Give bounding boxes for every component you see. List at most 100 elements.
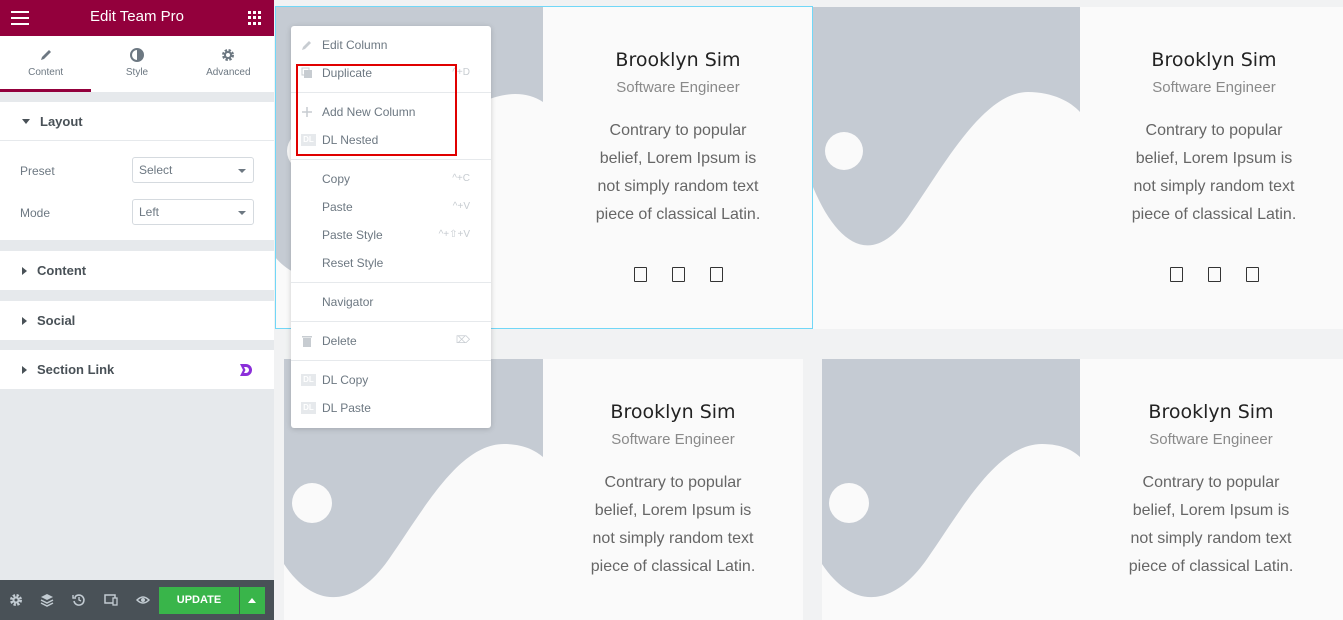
settings-gear-icon[interactable]: [9, 593, 23, 607]
social-section[interactable]: Social: [0, 301, 274, 340]
responsive-mode-icon[interactable]: [104, 593, 118, 607]
tab-style[interactable]: Style: [91, 36, 182, 92]
menu-item-label: Navigator: [322, 295, 374, 309]
layout-section-header[interactable]: Layout: [0, 102, 274, 141]
trash-icon: [302, 336, 312, 347]
menu-item-shortcut: ^+⇧+V: [438, 229, 470, 240]
caret-right-icon: [22, 316, 27, 325]
update-button[interactable]: UPDATE: [159, 587, 239, 614]
layout-section-title: Layout: [40, 113, 83, 129]
menu-item-shortcut: ^+D: [452, 67, 470, 78]
member-role: Software Engineer: [611, 431, 735, 448]
tab-advanced[interactable]: Advanced: [183, 36, 274, 92]
menu-separator: [291, 360, 491, 361]
menu-item-navigator[interactable]: Navigator: [291, 288, 491, 316]
social-icon-2[interactable]: [1207, 267, 1221, 282]
mode-select[interactable]: Left: [132, 199, 254, 225]
widgets-grid-icon[interactable]: [248, 11, 262, 25]
content-section[interactable]: Content: [0, 251, 274, 290]
pencil-icon: [302, 41, 311, 50]
menu-separator: [291, 282, 491, 283]
member-description: Contrary to popular belief, Lorem Ipsum …: [595, 122, 761, 223]
member-name: Brooklyn Sim: [615, 49, 741, 71]
menu-item-dl-paste[interactable]: DL DL Paste: [291, 394, 491, 422]
menu-item-shortcut: ⌦: [455, 335, 470, 346]
history-icon[interactable]: [72, 593, 86, 607]
content-section-header[interactable]: Content: [0, 251, 274, 290]
menu-item-dl-nested[interactable]: DL DL Nested: [291, 126, 491, 154]
mode-label: Mode: [20, 206, 51, 220]
member-name: Brooklyn Sim: [1148, 401, 1274, 423]
layers-icon[interactable]: [40, 593, 54, 607]
social-icon-2[interactable]: [671, 267, 685, 282]
panel-header: Edit Team Pro: [0, 0, 274, 36]
menu-separator: [291, 92, 491, 93]
image-placeholder-icon: [822, 444, 1080, 620]
dl-icon: DL: [301, 402, 316, 414]
team-member-photo-placeholder: [822, 359, 1080, 620]
panel-title: Edit Team Pro: [90, 8, 184, 25]
preset-label: Preset: [20, 164, 55, 178]
menu-item-duplicate[interactable]: Duplicate ^+D: [291, 59, 491, 87]
team-card-body: Brooklyn Sim Software Engineer Contrary …: [1080, 7, 1343, 282]
menu-item-label: Edit Column: [322, 38, 388, 52]
tab-style-label: Style: [125, 67, 149, 78]
menu-item-label: Reset Style: [322, 256, 384, 270]
team-card-body: Brooklyn Sim Software Engineer Contrary …: [543, 7, 813, 282]
mode-control: Mode Left: [0, 191, 274, 233]
social-links: [543, 267, 813, 282]
menu-item-label: Paste: [322, 200, 353, 214]
dl-icon: DL: [301, 374, 316, 386]
menu-item-reset-style[interactable]: Reset Style: [291, 249, 491, 277]
team-member-photo-placeholder: [813, 7, 1080, 329]
caret-right-icon: [22, 365, 27, 374]
update-options-caret-icon[interactable]: [240, 587, 265, 614]
menu-item-label: Add New Column: [322, 105, 416, 119]
menu-item-label: DL Copy: [322, 373, 369, 387]
social-icon-1[interactable]: [633, 267, 647, 282]
half-circle-icon: [129, 48, 144, 62]
layout-section: Layout Preset Select Mode Left: [0, 102, 274, 240]
menu-item-paste-style[interactable]: Paste Style ^+⇧+V: [291, 221, 491, 249]
member-role: Software Engineer: [616, 79, 740, 96]
context-menu: Edit Column Duplicate ^+D Add New Column…: [291, 26, 491, 428]
copy-icon: [301, 67, 312, 78]
team-card-body: Brooklyn Sim Software Engineer Contrary …: [543, 359, 803, 581]
social-section-header[interactable]: Social: [0, 301, 274, 340]
image-placeholder-icon: [813, 92, 1080, 329]
menu-item-delete[interactable]: Delete ⌦: [291, 327, 491, 355]
social-section-title: Social: [37, 313, 76, 328]
section-link-header[interactable]: Section Link: [0, 350, 274, 389]
team-card[interactable]: Brooklyn Sim Software Engineer Contrary …: [813, 7, 1343, 329]
menu-item-paste[interactable]: Paste ^+V: [291, 193, 491, 221]
tab-content[interactable]: Content: [0, 36, 92, 92]
menu-item-copy[interactable]: Copy ^+C: [291, 165, 491, 193]
menu-separator: [291, 321, 491, 322]
social-icon-3[interactable]: [1245, 267, 1259, 282]
menu-item-add-new-column[interactable]: Add New Column: [291, 98, 491, 126]
section-link-title: Section Link: [37, 362, 115, 377]
member-description: Contrary to popular belief, Lorem Ipsum …: [1131, 122, 1297, 223]
menu-item-label: Copy: [322, 172, 351, 186]
social-icon-1[interactable]: [1169, 267, 1183, 282]
team-card-body: Brooklyn Sim Software Engineer Contrary …: [1080, 359, 1342, 581]
member-name: Brooklyn Sim: [610, 401, 736, 423]
caret-right-icon: [22, 266, 27, 275]
preview-eye-icon[interactable]: [136, 593, 150, 607]
preset-select[interactable]: Select: [132, 157, 254, 183]
social-links: [1080, 267, 1343, 282]
menu-item-dl-copy[interactable]: DL DL Copy: [291, 366, 491, 394]
menu-item-label: DL Nested: [322, 133, 379, 147]
preset-control: Preset Select: [0, 149, 274, 191]
panel-footer: UPDATE: [0, 580, 274, 620]
panel-tabs: Content Style Advanced: [0, 36, 274, 92]
menu-item-edit-column[interactable]: Edit Column: [291, 31, 491, 59]
menu-item-label: Duplicate: [322, 66, 373, 80]
tab-content-label: Content: [28, 67, 64, 78]
team-card[interactable]: Brooklyn Sim Software Engineer Contrary …: [822, 359, 1343, 620]
social-icon-3[interactable]: [709, 267, 723, 282]
content-section-title: Content: [37, 263, 87, 278]
section-link-section[interactable]: Section Link: [0, 350, 274, 389]
menu-item-label: Paste Style: [322, 228, 383, 242]
dl-icon: DL: [301, 134, 316, 146]
